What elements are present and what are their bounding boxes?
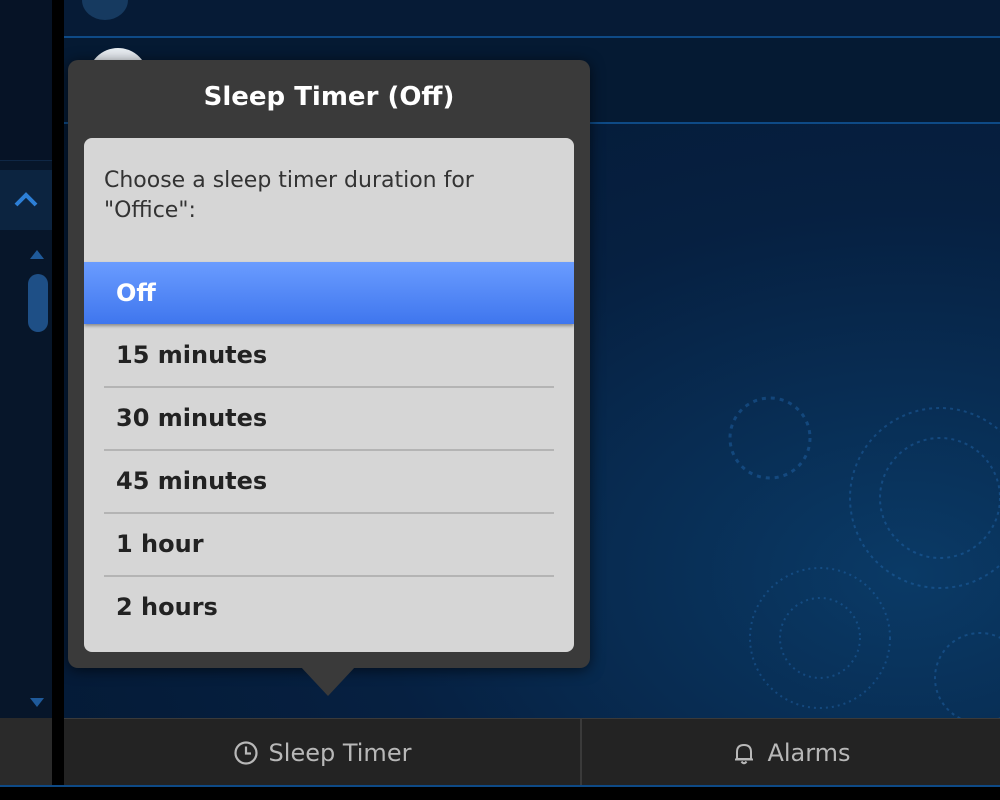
bottom-toolbar: Sleep Timer Alarms [64, 718, 1000, 786]
option-label: 45 minutes [116, 467, 268, 495]
scroll-down-arrow[interactable] [30, 698, 44, 707]
alarms-button[interactable]: Alarms [582, 719, 1000, 786]
option-30-minutes[interactable]: 30 minutes [84, 387, 574, 449]
chevron-up-icon [14, 192, 38, 207]
option-label: Off [116, 279, 156, 307]
left-sidebar [0, 0, 52, 785]
room-avatar [82, 0, 128, 20]
popover-title: Sleep Timer (Off) [203, 82, 455, 112]
app-window: Sleep Timer Alarms Sleep Timer (Off) Cho… [0, 0, 1000, 800]
option-2-hours[interactable]: 2 hours [84, 576, 574, 638]
sleep-timer-popover: Sleep Timer (Off) Choose a sleep timer d… [68, 60, 590, 696]
sleep-timer-options-panel: Choose a sleep timer duration for "Offic… [84, 138, 574, 652]
option-label: 2 hours [116, 593, 218, 621]
left-sidebar-footer [0, 718, 52, 785]
collapse-button[interactable] [0, 170, 52, 230]
option-1-hour[interactable]: 1 hour [84, 513, 574, 575]
room-row[interactable] [64, 0, 1000, 38]
sleep-timer-button[interactable]: Sleep Timer [64, 719, 582, 786]
option-label: 15 minutes [116, 341, 268, 369]
scrollbar-thumb[interactable] [28, 274, 48, 332]
option-label: 30 minutes [116, 404, 268, 432]
popover-prompt: Choose a sleep timer duration for "Offic… [104, 168, 474, 223]
option-15-minutes[interactable]: 15 minutes [84, 324, 574, 386]
option-label: 1 hour [116, 530, 204, 558]
popover-pointer [300, 666, 356, 696]
option-off[interactable]: Off [84, 262, 574, 324]
alarms-label: Alarms [767, 738, 851, 767]
scroll-up-arrow[interactable] [30, 250, 44, 259]
clock-icon [233, 740, 258, 765]
option-45-minutes[interactable]: 45 minutes [84, 450, 574, 512]
sleep-timer-label: Sleep Timer [268, 738, 412, 767]
left-sidebar-header [0, 0, 52, 161]
bell-icon [735, 743, 754, 764]
background-pattern [728, 396, 1000, 718]
